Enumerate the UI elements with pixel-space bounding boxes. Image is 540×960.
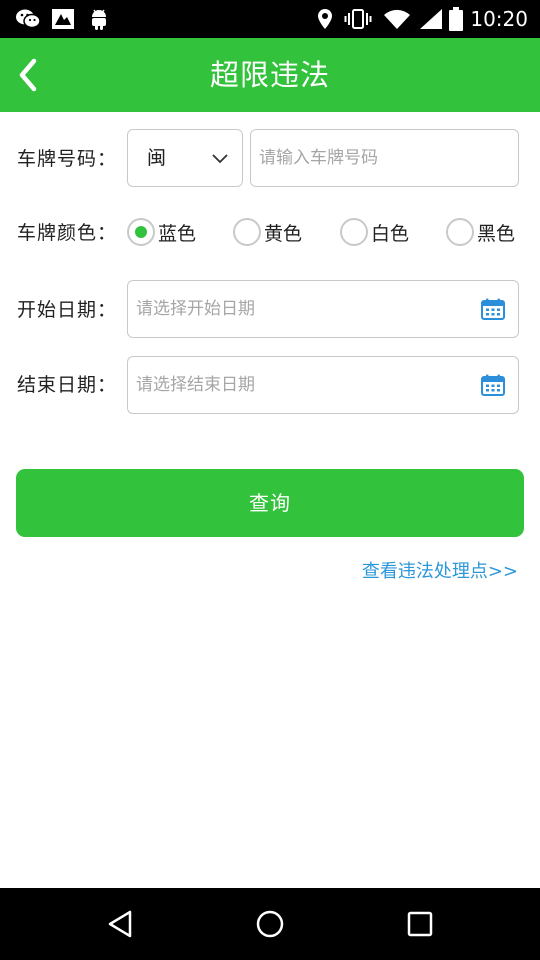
location-icon [314, 7, 336, 31]
radio-button[interactable] [446, 218, 474, 246]
end-date-field[interactable]: 请选择结束日期 [127, 356, 519, 414]
radio-button[interactable] [340, 218, 368, 246]
start-date-placeholder: 请选择开始日期 [136, 299, 255, 319]
end-date-label: 结束日期： [17, 374, 118, 396]
calendar-icon[interactable] [481, 298, 505, 320]
query-button[interactable]: 查询 [16, 469, 524, 537]
navigation-bar [0, 888, 540, 960]
start-date-label: 开始日期： [17, 299, 118, 321]
color-option-blue[interactable]: 蓝色 [127, 216, 196, 248]
home-circle-icon [256, 910, 284, 938]
end-date-placeholder: 请选择结束日期 [136, 375, 255, 395]
status-time: 10:20 [470, 7, 528, 31]
color-option-label: 蓝色 [158, 222, 197, 245]
province-select[interactable]: 闽 [127, 129, 243, 187]
color-option-black[interactable]: 黑色 [446, 216, 515, 248]
radio-button[interactable] [233, 218, 261, 246]
nav-home-button[interactable] [250, 904, 290, 944]
page-title: 超限违法 [209, 58, 330, 92]
start-date-field[interactable]: 请选择开始日期 [127, 280, 519, 338]
wechat-icon [14, 7, 42, 31]
nav-back-button[interactable] [100, 904, 140, 944]
color-option-white[interactable]: 白色 [340, 216, 409, 248]
app-header: 超限违法 [0, 38, 540, 112]
battery-icon [448, 7, 464, 31]
color-option-label: 白色 [371, 222, 410, 245]
nav-recents-button[interactable] [400, 904, 440, 944]
android-icon [86, 7, 112, 31]
color-option-yellow[interactable]: 黄色 [233, 216, 302, 248]
calendar-icon[interactable] [481, 374, 505, 396]
wifi-icon [382, 7, 412, 31]
color-option-label: 黄色 [264, 222, 303, 245]
plate-number-label: 车牌号码： [17, 148, 118, 170]
province-value: 闽 [147, 147, 167, 169]
plate-number-input[interactable] [250, 129, 519, 187]
chevron-down-icon [212, 154, 228, 164]
back-triangle-icon [108, 910, 132, 938]
signal-icon [418, 7, 444, 31]
image-notification-icon [50, 7, 76, 31]
vibrate-icon [343, 7, 373, 31]
radio-selected-dot [135, 226, 147, 238]
radio-button[interactable] [127, 218, 155, 246]
color-option-label: 黑色 [477, 222, 516, 245]
plate-color-label: 车牌颜色： [17, 222, 118, 244]
view-violation-points-link[interactable]: 查看违法处理点>> [362, 557, 518, 583]
recents-square-icon [407, 911, 433, 937]
status-bar: 10:20 [0, 0, 540, 38]
